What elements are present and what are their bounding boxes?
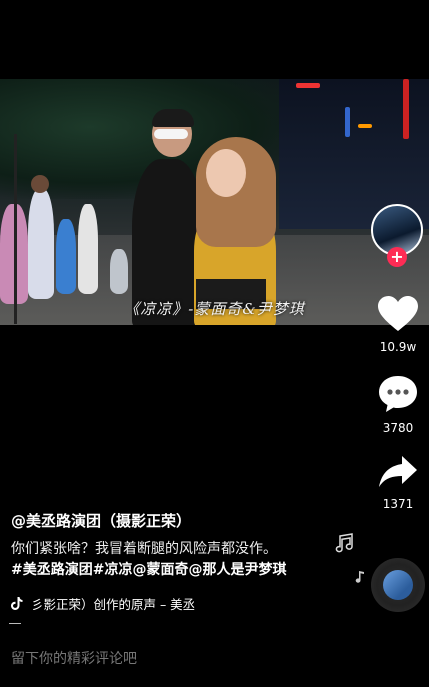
heart-icon	[378, 296, 418, 331]
author-avatar-container[interactable]: +	[371, 204, 423, 267]
music-title: 彡影正荣）创作的原声 – 美丞	[30, 597, 196, 612]
like-button[interactable]: 10.9w	[372, 296, 424, 354]
video-crowd-head	[31, 175, 49, 193]
follow-button[interactable]: +	[387, 247, 407, 267]
description-text: 你们紧张啥？我冒着断腿的风险声都没作。	[11, 541, 277, 557]
music-note-icon	[355, 571, 364, 583]
hashtags[interactable]: #美丞路演团#凉凉@蒙面奇@那人是尹梦琪	[11, 560, 286, 581]
video-light	[358, 124, 372, 128]
comment-icon	[379, 376, 417, 412]
music-info[interactable]: 彡影正荣）创作的原声 – 美丞	[11, 594, 211, 613]
video-singer-hair	[152, 109, 194, 127]
comment-button[interactable]: 3780	[372, 375, 424, 435]
video-light	[403, 79, 409, 139]
music-disc-icon[interactable]	[371, 558, 425, 612]
divider	[9, 623, 21, 624]
video-singer-mask	[154, 129, 188, 139]
video-crowd-person	[28, 189, 54, 299]
mic-stand	[14, 134, 17, 324]
video-light	[345, 107, 350, 137]
music-note-icon	[335, 533, 353, 553]
video-caption: 《凉凉》-蒙面奇&尹梦琪	[124, 300, 305, 318]
like-count: 10.9w	[379, 340, 417, 354]
video-light	[296, 83, 320, 88]
video-crowd-person	[110, 249, 128, 294]
video-player[interactable]: 《凉凉》-蒙面奇&尹梦琪	[0, 79, 429, 325]
comment-input[interactable]: 留下你的精彩评论吧	[11, 648, 137, 668]
video-crowd-person	[56, 219, 76, 294]
plus-icon: +	[390, 247, 404, 266]
video-crowd-person	[78, 204, 98, 294]
music-disc-cover	[383, 570, 413, 600]
comment-count: 3780	[382, 421, 414, 435]
tiktok-icon	[11, 597, 23, 610]
share-icon	[379, 456, 417, 487]
post-description: 你们紧张啥？我冒着断腿的风险声都没作。 #美丞路演团#凉凉@蒙面奇@那人是尹梦琪	[11, 539, 286, 581]
video-singer-female-head	[206, 149, 246, 197]
share-count: 1371	[382, 497, 414, 511]
author-name[interactable]: @美丞路演团（摄影正荣）	[11, 510, 191, 531]
share-button[interactable]: 1371	[372, 455, 424, 511]
